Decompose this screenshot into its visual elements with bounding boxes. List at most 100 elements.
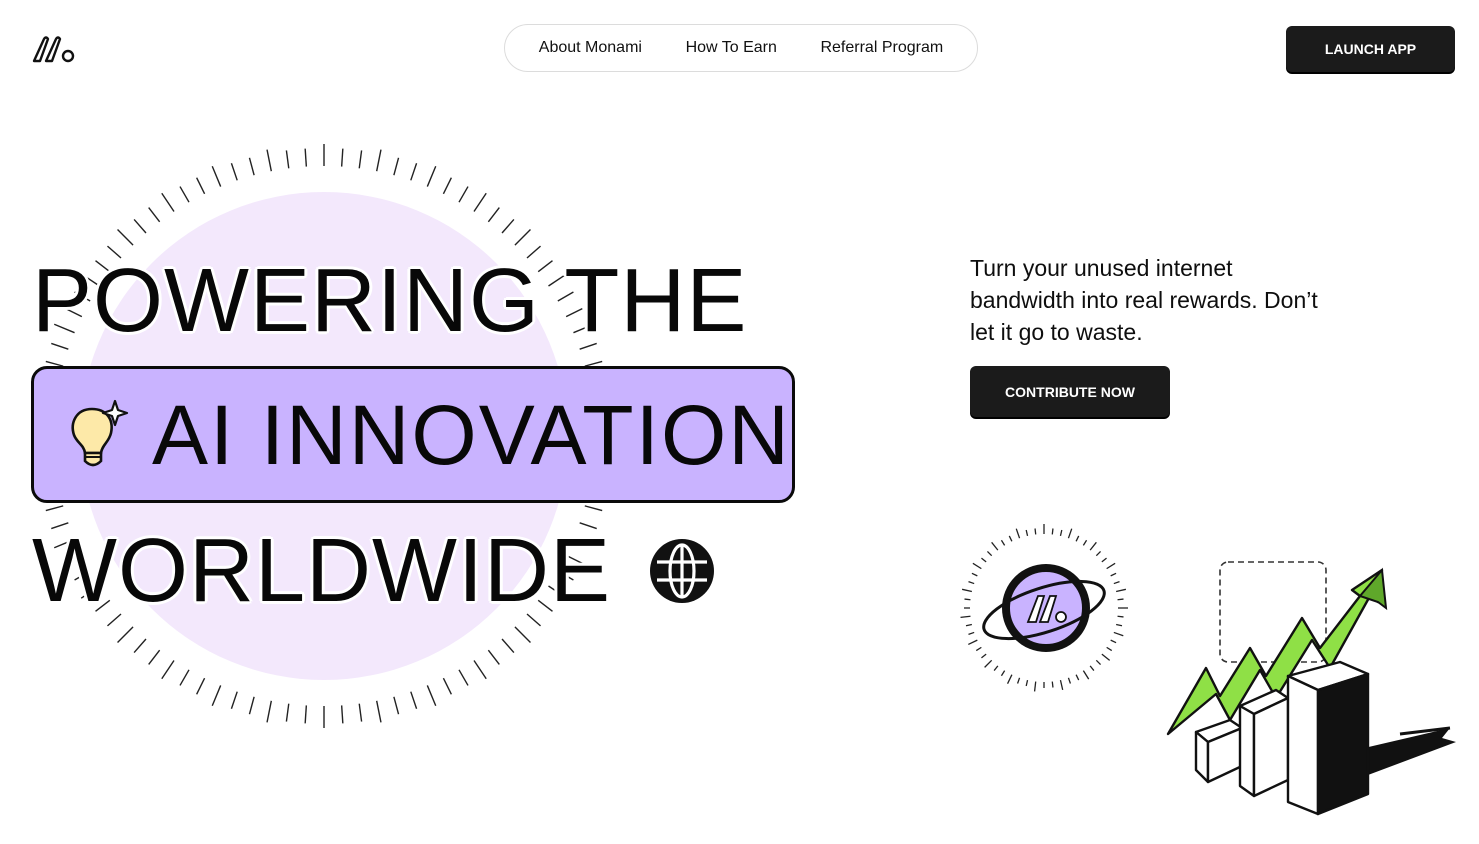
planet-tick — [1051, 681, 1054, 688]
burst-tick — [45, 505, 64, 512]
planet-tick — [1006, 674, 1013, 684]
planet-tick — [1117, 615, 1124, 618]
planet-tick — [1067, 528, 1073, 539]
monami-logo-icon[interactable] — [30, 33, 78, 65]
burst-tick — [410, 691, 418, 709]
contribute-now-button[interactable]: CONTRIBUTE NOW — [970, 366, 1170, 417]
burst-tick — [442, 677, 453, 695]
planet-tick — [961, 588, 972, 593]
planet-tick — [1117, 598, 1124, 601]
burst-tick — [304, 148, 308, 167]
planet-tick — [1075, 535, 1080, 542]
monami-planet-icon — [960, 524, 1128, 692]
burst-tick — [340, 148, 344, 167]
planet-tick — [1034, 528, 1037, 535]
burst-tick — [285, 703, 290, 722]
burst-tick — [248, 157, 255, 176]
main-nav: About Monami How To Earn Referral Progra… — [504, 24, 978, 72]
burst-tick — [266, 149, 273, 172]
nav-how-to-earn[interactable]: How To Earn — [686, 39, 777, 57]
planet-tick — [1095, 659, 1102, 666]
burst-tick — [358, 150, 363, 169]
burst-tick — [375, 700, 382, 723]
burst-tick — [304, 705, 308, 724]
planet-tick — [1113, 580, 1120, 585]
planet-tick — [968, 639, 978, 646]
planet-tick — [1000, 539, 1006, 546]
planet-tick — [960, 615, 971, 619]
burst-tick — [514, 626, 531, 643]
burst-tick — [426, 165, 437, 187]
burst-tick — [211, 165, 222, 187]
burst-tick — [393, 157, 400, 176]
planet-tick — [975, 646, 982, 652]
planet-tick — [1082, 539, 1088, 546]
burst-tick — [458, 669, 469, 686]
planet-tick — [981, 653, 987, 659]
planet-tick — [968, 631, 975, 636]
planet-tick — [1110, 639, 1117, 644]
planet-tick — [981, 557, 987, 563]
burst-tick — [133, 638, 147, 653]
planet-tick — [993, 665, 999, 671]
burst-tick — [195, 177, 206, 195]
burst-tick — [501, 638, 515, 653]
nav-referral-program[interactable]: Referral Program — [820, 39, 943, 57]
planet-tick — [1116, 623, 1123, 627]
lightbulb-sparkle-icon — [71, 399, 129, 466]
planet-tick — [1110, 572, 1117, 577]
planet-tick — [1082, 670, 1090, 680]
burst-tick — [584, 505, 603, 512]
burst-tick — [230, 163, 238, 181]
headline-highlight-pill: AI INNOVATION — [31, 366, 795, 503]
planet-tick — [1101, 653, 1111, 661]
planet-tick — [1095, 550, 1102, 557]
planet-tick — [971, 572, 978, 577]
planet-tick — [1059, 529, 1063, 536]
burst-tick — [266, 700, 273, 723]
nav-about-monami[interactable]: About Monami — [539, 39, 642, 57]
planet-tick — [1067, 677, 1072, 684]
planet-tick — [1025, 529, 1029, 536]
burst-tick — [211, 685, 222, 707]
burst-tick — [426, 685, 437, 707]
burst-tick — [487, 207, 500, 223]
burst-tick — [117, 626, 134, 643]
burst-tick — [195, 677, 206, 695]
planet-tick — [964, 598, 971, 601]
burst-tick — [148, 649, 161, 665]
burst-tick — [161, 660, 175, 680]
burst-tick — [230, 691, 238, 709]
burst-tick — [285, 150, 290, 169]
burst-tick — [117, 229, 134, 246]
burst-tick — [148, 207, 161, 223]
burst-tick — [473, 660, 487, 680]
headline-line-1: POWERING THE — [32, 251, 748, 351]
planet-tick — [1000, 670, 1006, 677]
burst-tick — [501, 219, 515, 234]
planet-tick — [1089, 541, 1097, 551]
planet-tick — [1033, 681, 1037, 692]
burst-tick — [179, 186, 190, 203]
burst-tick — [340, 705, 344, 724]
planet-tick — [1116, 588, 1127, 593]
planet-tick — [1059, 680, 1064, 691]
burst-tick — [442, 177, 453, 195]
planet-tick — [1016, 677, 1021, 684]
burst-tick — [161, 192, 175, 212]
hero-tagline: Turn your unused internet bandwidth into… — [970, 255, 1318, 345]
launch-app-button[interactable]: LAUNCH APP — [1286, 26, 1455, 72]
burst-tick — [473, 192, 487, 212]
planet-tick — [991, 541, 999, 551]
globe-icon — [650, 539, 714, 603]
burst-tick — [487, 649, 500, 665]
planet-tick — [1106, 562, 1116, 570]
burst-tick — [393, 696, 400, 715]
burst-tick — [514, 229, 531, 246]
planet-tick — [1015, 528, 1021, 539]
planet-tick — [1075, 674, 1080, 681]
burst-tick — [248, 696, 255, 715]
planet-tick — [986, 550, 993, 557]
planet-tick — [1008, 535, 1013, 542]
burst-tick — [133, 219, 147, 234]
